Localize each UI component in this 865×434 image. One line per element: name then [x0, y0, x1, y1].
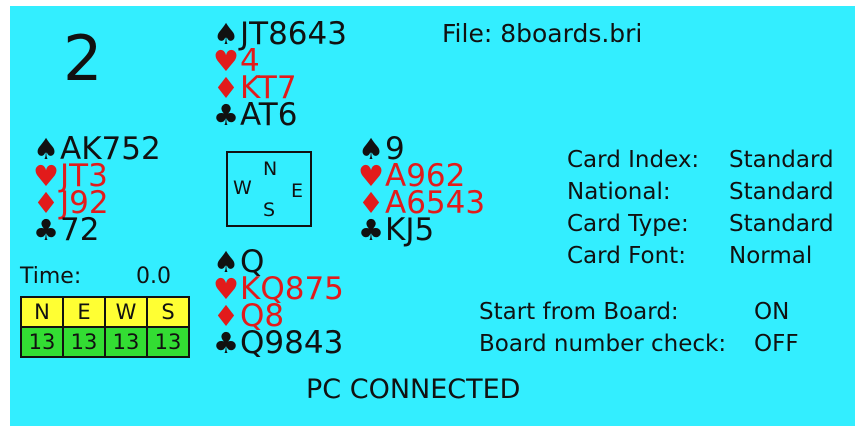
compass-west-label: W — [233, 177, 252, 199]
compass-south-label: S — [263, 199, 276, 221]
clubs-cards: 72 — [60, 212, 100, 248]
hand-west: ♠AK752 ♥JT3 ♦J92 ♣72 — [33, 134, 161, 246]
hand-south-clubs: ♣Q9843 — [213, 328, 344, 359]
setting-key: Card Index: — [567, 147, 700, 173]
setting-card-type: Card Type: Standard — [567, 208, 834, 240]
setting-national: National: Standard — [567, 176, 834, 208]
hand-north: ♠JT8643 ♥4 ♦KT7 ♣AT6 — [213, 19, 347, 131]
setting-key: National: — [567, 179, 671, 205]
direction-cell-e: E — [62, 296, 106, 328]
board-options: Start from Board: ON Board number check: O… — [479, 296, 799, 360]
hand-east-clubs: ♣KJ5 — [358, 215, 485, 246]
hand-west-clubs: ♣72 — [33, 215, 161, 246]
direction-cell-w: W — [104, 296, 148, 328]
device-screen: 2 File: 8boards.bri ♠JT8643 ♥4 ♦KT7 ♣AT6… — [10, 6, 855, 426]
setting-value: Standard — [729, 147, 834, 173]
direction-row: N E W S — [20, 296, 190, 328]
club-icon: ♣ — [213, 326, 239, 360]
hand-north-clubs: ♣AT6 — [213, 100, 347, 131]
count-cell-w: 13 — [104, 326, 148, 358]
setting-key: Card Font: — [567, 243, 686, 269]
clubs-cards: AT6 — [240, 97, 298, 133]
card-count-table: N E W S 13 13 13 13 — [20, 296, 190, 358]
setting-key: Card Type: — [567, 211, 689, 237]
clubs-cards: Q9843 — [240, 325, 344, 361]
connection-status: PC CONNECTED — [306, 374, 521, 405]
timer-label: Time: — [20, 264, 82, 289]
direction-cell-n: N — [20, 296, 64, 328]
file-info: File: 8boards.bri — [442, 19, 642, 49]
setting-value: Standard — [729, 179, 834, 205]
compass-box: N W E S — [226, 151, 312, 227]
setting-card-font: Card Font: Normal — [567, 240, 834, 272]
hand-east: ♠9 ♥A962 ♦A6543 ♣KJ5 — [358, 134, 485, 246]
option-key: Board number check: — [479, 331, 727, 357]
club-icon: ♣ — [33, 213, 59, 247]
hand-south: ♠Q ♥KQ875 ♦Q8 ♣Q9843 — [213, 247, 344, 359]
count-cell-s: 13 — [146, 326, 190, 358]
board-number: 2 — [63, 22, 103, 95]
setting-value: Normal — [729, 243, 813, 269]
file-label: File: — [442, 19, 493, 48]
clubs-cards: KJ5 — [385, 212, 435, 248]
option-value: OFF — [754, 331, 799, 357]
count-cell-n: 13 — [20, 326, 64, 358]
option-key: Start from Board: — [479, 299, 679, 325]
compass-north-label: N — [263, 158, 278, 180]
count-cell-e: 13 — [62, 326, 106, 358]
club-icon: ♣ — [358, 213, 384, 247]
setting-card-index: Card Index: Standard — [567, 144, 834, 176]
option-value: ON — [754, 299, 790, 325]
file-name: 8boards.bri — [500, 19, 643, 48]
compass-east-label: E — [291, 180, 304, 202]
count-row: 13 13 13 13 — [20, 326, 190, 358]
option-board-number-check: Board number check: OFF — [479, 328, 799, 360]
timer-value: 0.0 — [136, 264, 171, 289]
setting-value: Standard — [729, 211, 834, 237]
club-icon: ♣ — [213, 98, 239, 132]
card-settings: Card Index: Standard National: Standard Ca… — [567, 144, 834, 272]
option-start-from-board: Start from Board: ON — [479, 296, 799, 328]
direction-cell-s: S — [146, 296, 190, 328]
